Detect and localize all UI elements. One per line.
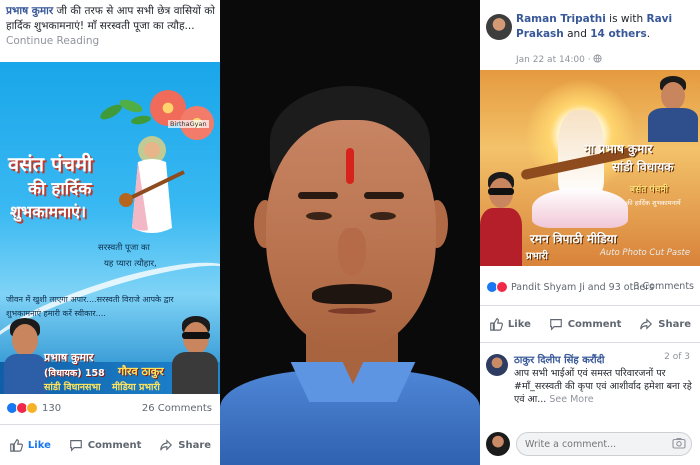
- share-button[interactable]: Share: [159, 438, 211, 452]
- write-comment-bar: [480, 426, 700, 462]
- watermark: BirthaGyan: [168, 120, 209, 128]
- like-button[interactable]: Like: [9, 438, 51, 452]
- comment-button[interactable]: Comment: [549, 317, 622, 331]
- image-bottom-1: रमन त्रिपाठी मीडिया: [530, 232, 617, 246]
- person-photo: [648, 74, 698, 142]
- period: .: [646, 28, 651, 40]
- heading-line-3: शुभकामनाएं।: [10, 202, 87, 221]
- like-button[interactable]: Like: [489, 317, 531, 331]
- eyebrow: [364, 192, 404, 199]
- share-button[interactable]: Share: [639, 317, 691, 331]
- post-timestamp[interactable]: Jan 22 at 14:00 ·: [516, 54, 603, 65]
- image-title-1: मा प्रभाष कुमार: [584, 142, 653, 156]
- timestamp-text: Jan 22 at 14:00 ·: [516, 55, 594, 65]
- leaves-icon: [100, 99, 151, 125]
- mouth: [328, 308, 376, 314]
- post-image-saraswati[interactable]: मा प्रभाष कुमार सांडी विधायक बसंत पंचमी …: [480, 70, 700, 266]
- eyebrow: [298, 192, 338, 199]
- heading-line-2: की हार्दिक: [28, 179, 92, 199]
- image-title-2: सांडी विधायक: [612, 160, 674, 174]
- name-label: गौरव ठाकुर: [118, 365, 164, 378]
- comment-label: Comment: [567, 318, 622, 330]
- current-user-avatar: [486, 432, 510, 456]
- post-actions-bar: Like Comment Share: [480, 305, 700, 343]
- comment-text: आप सभी भाईओं एवं समस्त परिवारजनों पर #मा…: [514, 367, 698, 406]
- nose: [338, 228, 366, 276]
- comment-body: आप सभी भाईओं एवं समस्त परिवारजनों पर #मा…: [514, 368, 692, 405]
- person-photo: [4, 312, 46, 394]
- continue-reading-link[interactable]: Continue Reading: [6, 34, 216, 49]
- author-avatar[interactable]: [486, 14, 512, 40]
- like-label: Like: [507, 318, 531, 330]
- like-label: Like: [27, 439, 51, 451]
- post-image-basant-panchami[interactable]: BirthaGyan वसंत पंचमी की हार्दिक शुभकामन…: [0, 62, 220, 394]
- comments-count-link[interactable]: 3 Comments: [633, 281, 694, 292]
- eye: [370, 212, 396, 220]
- speech-bubble-icon: [69, 440, 82, 452]
- poem-line-4: जीवन में खुशी लाएगा अपार....सरस्वती विरा…: [6, 295, 174, 304]
- thumbs-up-icon: [10, 439, 23, 452]
- image-bottom-2: प्रभारी: [526, 251, 548, 262]
- collage: प्रभाष कुमार जी की तरफ से आप सभी छेत्र व…: [0, 0, 700, 465]
- post-header: Raman Tripathi is with Ravi Prakash and …: [516, 12, 696, 42]
- commenter-avatar[interactable]: [486, 354, 508, 376]
- with-text: is with: [605, 13, 647, 25]
- speech-bubble-icon: [549, 319, 562, 331]
- globe-icon: [593, 54, 603, 63]
- watermark: Auto Photo Cut Paste: [600, 248, 691, 258]
- reactions-summary[interactable]: 130: [6, 402, 61, 414]
- comment-button[interactable]: Comment: [69, 438, 142, 452]
- image-subtitle-1: बसंत पंचमी: [630, 185, 669, 195]
- left-facebook-post: प्रभाष कुमार जी की तरफ से आप सभी छेत्र व…: [0, 0, 220, 465]
- see-more-link[interactable]: See More: [546, 394, 593, 405]
- name-sublabel: सांडी विधानसभा: [44, 382, 101, 393]
- heading-line-1: वसंत पंचमी: [8, 152, 93, 176]
- tagged-others-link[interactable]: 14 others: [590, 28, 647, 40]
- reactions-summary[interactable]: Pandit Shyam Ji and 93 others: [486, 281, 654, 293]
- post-author-link[interactable]: प्रभाष कुमार: [6, 5, 53, 17]
- share-label: Share: [658, 318, 692, 330]
- comments-count-link[interactable]: 26 Comments: [142, 403, 212, 414]
- author-link[interactable]: Raman Tripathi: [516, 13, 606, 25]
- saraswati-figure: [119, 136, 185, 233]
- camera-icon[interactable]: [672, 437, 686, 449]
- share-arrow-icon: [640, 318, 653, 330]
- eye: [306, 212, 332, 220]
- share-arrow-icon: [160, 439, 173, 451]
- person-photo: [480, 168, 522, 266]
- commenter-name-link[interactable]: ठाकुर दिलीप सिंह करौंदी: [514, 352, 604, 366]
- and-text: and: [563, 28, 591, 40]
- love-reaction-icon: [496, 281, 508, 293]
- person-photo: [170, 312, 218, 394]
- post-text: प्रभाष कुमार जी की तरफ से आप सभी छेत्र व…: [6, 4, 216, 49]
- comment-input[interactable]: [516, 432, 692, 456]
- share-label: Share: [178, 439, 212, 451]
- image-subtitle-2: की हार्दिक शुभकामनायें: [626, 199, 681, 207]
- right-facebook-post: Raman Tripathi is with Ravi Prakash and …: [480, 0, 700, 465]
- comment-label: Comment: [87, 439, 142, 451]
- comment-pagination: 2 of 3: [664, 352, 690, 362]
- poem-line-1: सरस्वती पूजा का: [98, 243, 150, 253]
- portrait-photo: [220, 0, 480, 465]
- poem-line-2: यह प्यारा त्यौहार,: [104, 259, 157, 269]
- tilak-mark: [346, 148, 354, 184]
- post-actions-bar: Like Comment Share: [0, 424, 220, 465]
- thumbs-up-icon: [490, 318, 503, 331]
- name-label: प्रभाष कुमार: [44, 351, 94, 364]
- wow-reaction-icon: [26, 402, 38, 414]
- moustache: [312, 284, 392, 304]
- name-sublabel: मीडिया प्रभारी: [112, 382, 160, 393]
- name-sublabel: (विधायक) 158: [44, 368, 105, 379]
- lotus-icon: [532, 188, 628, 228]
- reactions-count: 130: [42, 402, 62, 414]
